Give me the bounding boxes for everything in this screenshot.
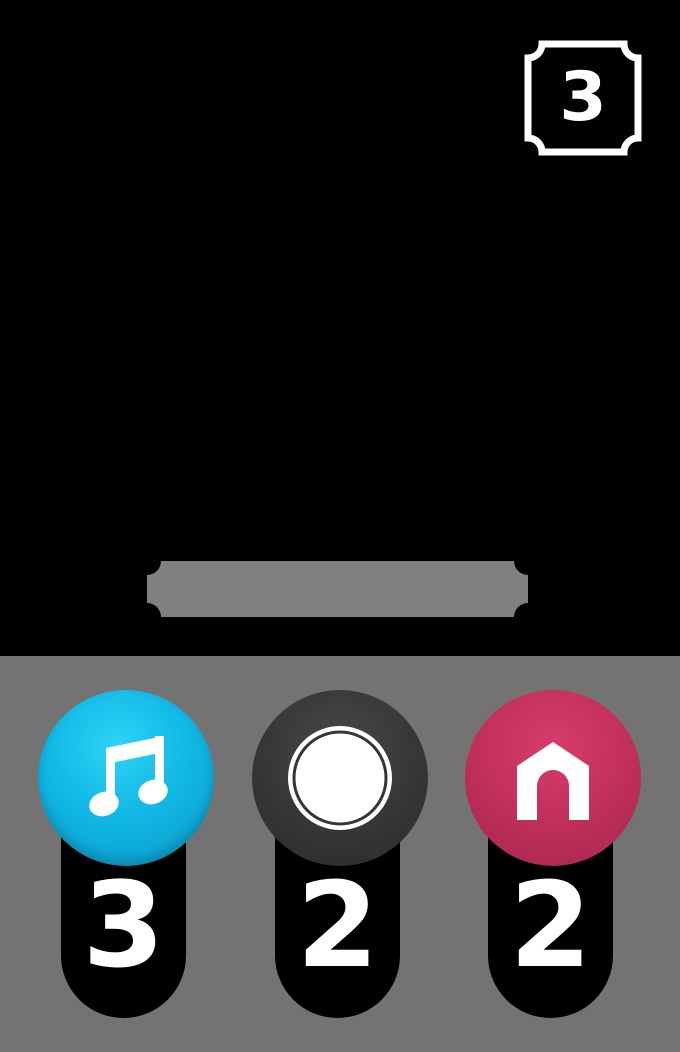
home-count: 2 bbox=[509, 856, 592, 994]
music-ball-button[interactable] bbox=[38, 690, 214, 866]
home-ball-button[interactable] bbox=[465, 690, 641, 866]
circle-icon bbox=[288, 726, 392, 830]
answer-bar bbox=[147, 561, 528, 617]
level-badge: 3 bbox=[524, 40, 642, 156]
circle-count: 2 bbox=[296, 856, 379, 994]
tray-slot-circle[interactable]: 2 bbox=[252, 690, 430, 1020]
answer-text bbox=[147, 561, 528, 617]
home-icon bbox=[517, 742, 589, 820]
level-number: 3 bbox=[559, 58, 607, 137]
music-note-icon bbox=[89, 736, 168, 817]
circle-ball-button[interactable] bbox=[252, 690, 428, 866]
tray-slot-home[interactable]: 2 bbox=[465, 690, 643, 1020]
tray-slot-music[interactable]: 3 bbox=[38, 690, 216, 1020]
game-stage: 3 bbox=[0, 0, 680, 656]
music-count: 3 bbox=[82, 856, 165, 994]
